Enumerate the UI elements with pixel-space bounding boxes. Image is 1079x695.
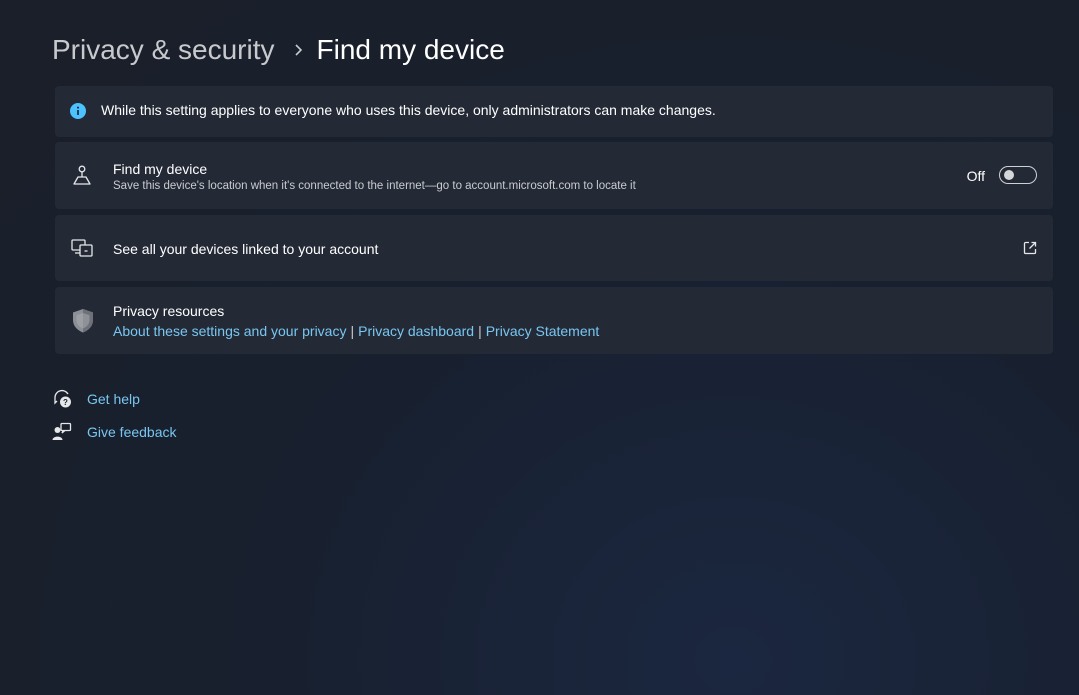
about-settings-privacy-link[interactable]: About these settings and your privacy — [113, 323, 346, 339]
find-my-device-description: Save this device's location when it's co… — [113, 180, 636, 192]
shield-icon — [71, 308, 95, 339]
linked-devices-label: See all your devices linked to your acco… — [113, 241, 379, 257]
person-location-icon — [71, 164, 93, 191]
privacy-resources: Privacy resources About these settings a… — [55, 287, 1053, 354]
toggle-knob — [1004, 170, 1014, 180]
get-help-link[interactable]: Get help — [87, 391, 140, 407]
privacy-statement-link[interactable]: Privacy Statement — [486, 323, 600, 339]
external-link-icon — [1023, 241, 1037, 260]
find-my-device-title: Find my device — [113, 161, 208, 177]
link-separator: | — [350, 323, 355, 339]
find-my-device-setting: Find my device Save this device's locati… — [55, 142, 1053, 209]
privacy-resources-links: About these settings and your privacy | Pr… — [113, 323, 599, 339]
info-text: While this setting applies to everyone w… — [101, 102, 716, 118]
link-separator: | — [478, 323, 482, 339]
get-help-row[interactable]: ? Get help — [52, 389, 140, 409]
breadcrumb: Privacy & security Find my device — [52, 30, 505, 70]
info-icon — [70, 103, 86, 124]
feedback-icon — [52, 422, 74, 442]
chevron-right-icon — [293, 43, 303, 57]
admin-info-bar: While this setting applies to everyone w… — [55, 86, 1053, 137]
find-my-device-toggle[interactable] — [999, 166, 1037, 184]
privacy-resources-title: Privacy resources — [113, 303, 225, 319]
linked-devices-link[interactable]: See all your devices linked to your acco… — [55, 215, 1053, 281]
give-feedback-row[interactable]: Give feedback — [52, 422, 177, 442]
page-title: Find my device — [316, 34, 505, 65]
svg-text:?: ? — [63, 398, 68, 407]
devices-icon — [71, 239, 93, 262]
breadcrumb-privacy-security[interactable]: Privacy & security — [52, 34, 275, 66]
toggle-state-label: Off — [966, 168, 985, 184]
give-feedback-link[interactable]: Give feedback — [87, 424, 177, 440]
privacy-dashboard-link[interactable]: Privacy dashboard — [358, 323, 474, 339]
help-chat-icon: ? — [52, 389, 74, 409]
